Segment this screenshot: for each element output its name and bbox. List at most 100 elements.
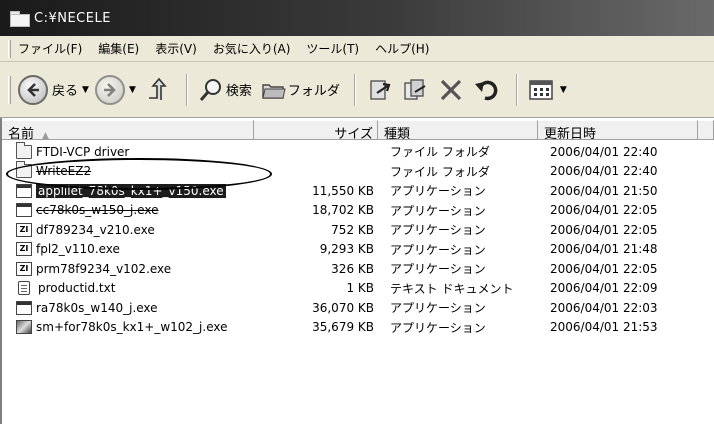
file-size: 326 KB — [331, 261, 374, 276]
file-type: アプリケーション — [390, 262, 486, 277]
menu-help[interactable]: ヘルプ(H) — [375, 40, 429, 57]
file-list[interactable]: 名前 ▲ サイズ 種類 更新日時 FTDI-VCP driver ファイル フォルダ… — [0, 118, 714, 424]
back-button[interactable]: 戻る ▼ — [18, 70, 89, 110]
column-name-label: 名前 — [8, 127, 35, 140]
column-modified-label: 更新日時 — [544, 127, 597, 140]
file-modified: 2006/04/01 21:50 — [550, 183, 658, 198]
file-size: 11,550 KB — [312, 183, 374, 198]
file-name[interactable]: ra78k0s_w140_j.exe — [36, 301, 158, 315]
file-name[interactable]: WriteEZ2 — [36, 164, 91, 178]
copy-to-button[interactable] — [400, 70, 430, 110]
menu-edit[interactable]: 編集(E) — [98, 40, 139, 57]
views-button[interactable]: ▼ — [526, 70, 567, 110]
file-size: 1 KB — [346, 281, 374, 296]
forward-button[interactable]: ▼ — [94, 70, 136, 110]
window-title: C:¥NECELE — [34, 10, 111, 26]
file-name-cell: ZI fpl2_v110.exe — [2, 242, 252, 257]
menu-view[interactable]: 表示(V) — [155, 40, 197, 57]
file-size: 752 KB — [331, 222, 374, 237]
file-name[interactable]: productid.txt — [38, 281, 115, 295]
column-size-label: サイズ — [334, 127, 373, 140]
file-row[interactable]: ra78k0s_w140_j.exe 36,070 KB アプリケーション 2006/… — [2, 298, 714, 318]
file-modified: 2006/04/01 22:05 — [550, 203, 658, 218]
file-name[interactable]: df789234_v210.exe — [36, 223, 155, 237]
file-type: テキスト ドキュメント — [390, 281, 514, 296]
title-bar[interactable]: C:¥NECELE — [0, 0, 714, 36]
file-name-cell: applilet_78k0s_kx1+_v150.exe — [2, 183, 252, 198]
folder-icon — [16, 141, 32, 159]
file-name[interactable]: sm+for78k0s_kx1+_w102_j.exe — [36, 320, 228, 334]
column-modified[interactable]: 更新日時 — [538, 120, 698, 140]
application-icon — [16, 203, 32, 218]
file-modified: 2006/04/01 22:05 — [550, 261, 658, 276]
move-to-icon — [364, 75, 394, 105]
file-name[interactable]: prm78f9234_v102.exe — [36, 262, 171, 276]
forward-arrow-icon — [94, 74, 125, 105]
menu-tools[interactable]: ツール(T) — [306, 40, 359, 57]
archive-icon: ZI — [16, 242, 32, 257]
undo-button[interactable] — [472, 70, 502, 110]
menu-grip[interactable] — [8, 40, 11, 58]
file-row[interactable]: applilet_78k0s_kx1+_v150.exe 11,550 KB アプリ… — [2, 181, 714, 201]
file-row[interactable]: cc78k0s_w150_j.exe 18,702 KB アプリケーション 2006/… — [2, 201, 714, 221]
search-icon — [196, 75, 226, 105]
menu-bar: ファイル(F) 編集(E) 表示(V) お気に入り(A) ツール(T) ヘルプ(… — [0, 36, 714, 62]
back-arrow-icon — [18, 74, 48, 105]
toolbar: 戻る ▼ ▼ 検索 フォルダ ▼ — [0, 62, 714, 118]
file-rows: FTDI-VCP driver ファイル フォルダ 2006/04/01 22:40… — [2, 141, 714, 338]
folders-icon — [258, 75, 288, 105]
application-icon — [16, 183, 32, 198]
file-name-cell: ZI df789234_v210.exe — [2, 222, 252, 237]
file-name-cell: ra78k0s_w140_j.exe — [2, 300, 252, 315]
file-size: 9,293 KB — [319, 242, 374, 257]
menu-favorites[interactable]: お気に入り(A) — [213, 40, 291, 57]
column-filler — [698, 120, 714, 140]
sort-ascending-icon: ▲ — [42, 131, 49, 140]
file-row[interactable]: productid.txt 1 KB テキスト ドキュメント 2006/04/01 2… — [2, 279, 714, 299]
folder-icon — [10, 11, 30, 27]
file-row[interactable]: ZI fpl2_v110.exe 9,293 KB アプリケーション 2006/04/0… — [2, 240, 714, 260]
file-row[interactable]: sm+for78k0s_kx1+_w102_j.exe 35,679 KB アプリケ… — [2, 318, 714, 338]
file-size: 35,679 KB — [312, 320, 374, 335]
file-row[interactable]: ZI prm78f9234_v102.exe 326 KB アプリケーション 2006/… — [2, 259, 714, 279]
file-modified: 2006/04/01 22:03 — [550, 300, 658, 315]
forward-dropdown-icon[interactable]: ▼ — [129, 85, 136, 95]
file-row[interactable]: FTDI-VCP driver ファイル フォルダ 2006/04/01 22:40 — [2, 141, 714, 162]
toolbar-grip[interactable] — [8, 76, 11, 104]
file-size: 18,702 KB — [312, 203, 374, 218]
column-name[interactable]: 名前 ▲ — [2, 120, 254, 140]
column-type-label: 種類 — [384, 127, 411, 140]
column-size[interactable]: サイズ — [254, 120, 378, 140]
file-type: アプリケーション — [390, 184, 486, 199]
text-document-icon — [18, 281, 30, 296]
toolbar-separator — [185, 73, 188, 106]
file-type: ファイル フォルダ — [390, 164, 490, 179]
file-modified: 2006/04/01 22:40 — [550, 164, 658, 179]
file-name[interactable]: fpl2_v110.exe — [36, 242, 120, 256]
file-modified: 2006/04/01 22:05 — [550, 222, 658, 237]
file-type: アプリケーション — [390, 223, 486, 238]
archive-icon: ZI — [16, 222, 32, 237]
folders-button[interactable]: フォルダ — [258, 70, 340, 110]
file-name-cell: sm+for78k0s_kx1+_w102_j.exe — [2, 320, 252, 335]
menu-file[interactable]: ファイル(F) — [18, 40, 82, 57]
back-dropdown-icon[interactable]: ▼ — [82, 85, 89, 95]
move-to-button[interactable] — [364, 70, 394, 110]
file-name[interactable]: cc78k0s_w150_j.exe — [36, 203, 158, 217]
installer-icon — [16, 320, 32, 335]
column-type[interactable]: 種類 — [378, 120, 538, 140]
file-row[interactable]: ZI df789234_v210.exe 752 KB アプリケーション 2006/04… — [2, 220, 714, 240]
search-button[interactable]: 検索 — [196, 70, 252, 110]
file-name[interactable]: applilet_78k0s_kx1+_v150.exe — [36, 183, 226, 198]
file-row[interactable]: WriteEZ2 ファイル フォルダ 2006/04/01 22:40 — [2, 161, 714, 182]
up-folder-button[interactable] — [142, 70, 172, 110]
views-dropdown-icon[interactable]: ▼ — [560, 85, 567, 95]
file-modified: 2006/04/01 22:40 — [550, 144, 658, 159]
file-type: ファイル フォルダ — [390, 145, 490, 160]
file-type: アプリケーション — [390, 320, 486, 335]
undo-icon — [472, 75, 502, 105]
file-name[interactable]: FTDI-VCP driver — [36, 145, 129, 159]
delete-button[interactable] — [436, 70, 466, 110]
file-modified: 2006/04/01 21:48 — [550, 242, 658, 257]
toolbar-separator — [353, 73, 356, 106]
